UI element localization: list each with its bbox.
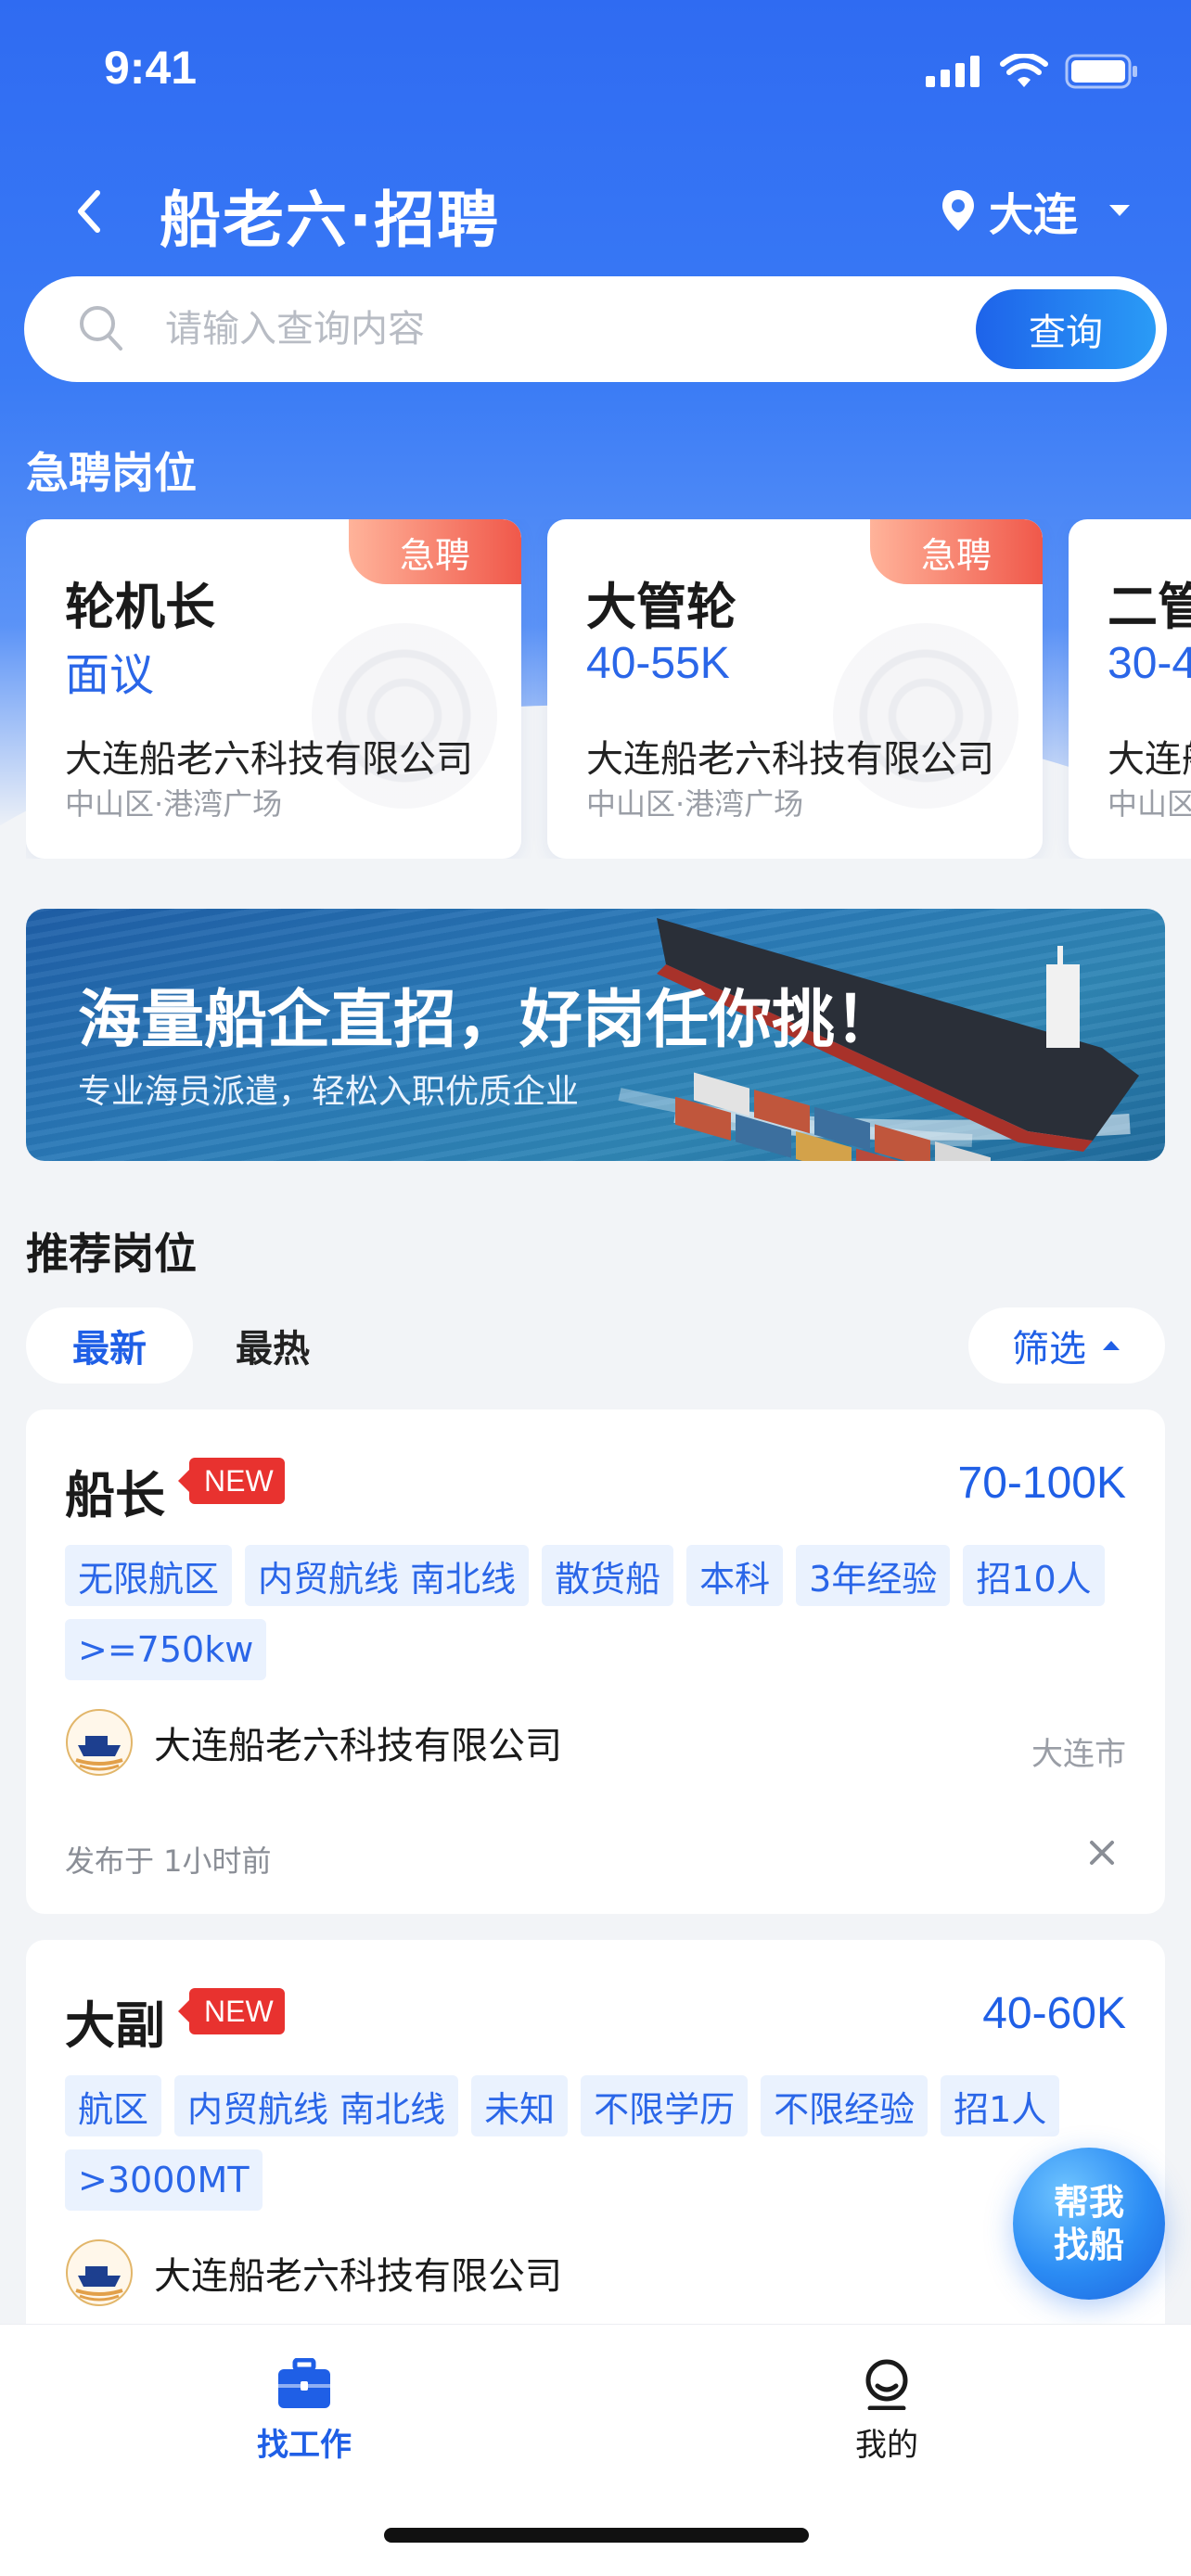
- job-title: 船长: [65, 1466, 165, 1524]
- briefcase-icon: [278, 2358, 330, 2408]
- job-salary: 40-60K: [982, 1989, 1126, 2038]
- search-bar: 查询: [24, 276, 1167, 382]
- company-name: 大连船老六科技有限公司: [154, 1725, 562, 1767]
- urgent-job-location: 中山区·港湾广场: [65, 786, 283, 822]
- help-find-ship-button[interactable]: 帮我 找船: [1013, 2148, 1165, 2300]
- banner-headline: 海量船企直招，好岗任你挑！: [78, 984, 899, 1057]
- search-input[interactable]: [165, 295, 907, 363]
- city-selector[interactable]: 大连: [941, 178, 1132, 243]
- filter-label: 筛选: [1012, 1328, 1086, 1371]
- job-tag: 不限经验: [761, 2075, 928, 2136]
- urgent-job-company: 大连船老六科技有限公司: [65, 738, 473, 781]
- urgent-job-card[interactable]: 急聘 大管轮 40-55K 大连船老六科技有限公司 中山区·港湾广场: [547, 519, 1043, 859]
- urgent-tag: 急聘: [870, 519, 1043, 584]
- company-row: 大连船老六科技有限公司: [65, 1708, 562, 1777]
- recommend-section-title: 推荐岗位: [26, 1229, 197, 1279]
- signal-icon: [926, 56, 980, 87]
- urgent-job-card[interactable]: 二管 30-4 大连船 中山区: [1069, 519, 1191, 859]
- job-tag: 散货船: [542, 1545, 674, 1606]
- job-tags: 航区 内贸航线 南北线 未知 不限学历 不限经验 招1人 >3000MT: [65, 2075, 1132, 2211]
- profile-icon: [865, 2359, 908, 2410]
- urgent-job-card[interactable]: 急聘 轮机长 面议 大连船老六科技有限公司 中山区·港湾广场: [26, 519, 521, 859]
- battery-icon: [1065, 54, 1137, 89]
- page-title: 船老六·招聘: [160, 185, 501, 256]
- urgent-job-title: 轮机长: [65, 578, 215, 636]
- job-tag: >=750kw: [65, 1619, 267, 1680]
- urgent-job-salary: 30-4: [1108, 639, 1191, 688]
- job-tag: 内贸航线 南北线: [174, 2075, 459, 2136]
- tab-mine[interactable]: 我的: [794, 2358, 980, 2465]
- urgent-job-list: 急聘 轮机长 面议 大连船老六科技有限公司 中山区·港湾广场 急聘 大管轮 40…: [26, 519, 1191, 859]
- status-icons: [926, 54, 1139, 89]
- nav-bar: 船老六·招聘 大连: [0, 167, 1191, 256]
- job-tag: 航区: [65, 2075, 162, 2136]
- job-tag: 3年经验: [796, 1545, 951, 1606]
- search-button[interactable]: 查询: [976, 289, 1156, 369]
- company-logo: [66, 2239, 133, 2306]
- job-tag: 未知: [471, 2075, 569, 2136]
- tab-hottest[interactable]: 最热: [211, 1307, 334, 1384]
- banner-subline: 专业海员派遣，轻松入职优质企业: [78, 1073, 580, 1111]
- job-city: 大连市: [1031, 1736, 1126, 1773]
- status-bar: 9:41: [0, 0, 1191, 139]
- job-tag: 招10人: [963, 1545, 1105, 1606]
- posted-time: 发布于 1小时前: [65, 1843, 272, 1879]
- job-tag: 招1人: [941, 2075, 1060, 2136]
- home-indicator: [384, 2528, 809, 2543]
- job-tags: 无限航区 内贸航线 南北线 散货船 本科 3年经验 招10人 >=750kw: [65, 1545, 1132, 1680]
- dismiss-button[interactable]: [1083, 1834, 1121, 1871]
- close-icon: [1090, 1841, 1114, 1865]
- job-tag: >3000MT: [65, 2149, 263, 2211]
- job-title: 大副: [65, 1996, 165, 2055]
- search-icon: [80, 306, 122, 351]
- job-card[interactable]: 船长 NEW 70-100K 无限航区 内贸航线 南北线 散货船 本科 3年经验…: [26, 1409, 1165, 1914]
- urgent-job-company: 大连船老六科技有限公司: [586, 738, 994, 781]
- back-button[interactable]: [61, 184, 117, 239]
- tab-find-job[interactable]: 找工作: [211, 2358, 397, 2465]
- city-label: 大连: [988, 189, 1078, 241]
- fab-line-2: 找船: [1053, 2225, 1124, 2265]
- tab-label: 找工作: [257, 2427, 352, 2464]
- urgent-job-title: 大管轮: [586, 578, 736, 636]
- sort-tabs: 最新 最热: [26, 1307, 334, 1384]
- new-badge: NEW: [178, 1458, 285, 1504]
- job-tag: 本科: [686, 1545, 784, 1606]
- new-badge: NEW: [178, 1988, 285, 2034]
- company-logo: [66, 1709, 133, 1776]
- company-row: 大连船老六科技有限公司: [65, 2238, 562, 2307]
- chevron-left-icon: [78, 190, 100, 233]
- caret-up-icon: [1103, 1341, 1120, 1350]
- wifi-icon: [1000, 54, 1048, 87]
- location-pin-icon: [941, 190, 974, 231]
- promo-banner[interactable]: 海量船企直招，好岗任你挑！ 专业海员派遣，轻松入职优质企业: [26, 909, 1165, 1161]
- urgent-job-company: 大连船: [1108, 738, 1191, 781]
- fab-line-1: 帮我: [1053, 2182, 1124, 2223]
- job-tag: 内贸航线 南北线: [245, 1545, 530, 1606]
- tab-latest[interactable]: 最新: [26, 1307, 193, 1384]
- company-name: 大连船老六科技有限公司: [154, 2255, 562, 2298]
- status-time: 9:41: [104, 42, 198, 94]
- urgent-job-location: 中山区·港湾广场: [586, 786, 804, 822]
- urgent-job-title: 二管: [1108, 578, 1191, 636]
- caret-down-icon: [1109, 205, 1130, 216]
- job-salary: 70-100K: [957, 1459, 1126, 1508]
- urgent-tag: 急聘: [349, 519, 521, 584]
- filter-button[interactable]: 筛选: [968, 1307, 1165, 1384]
- urgent-section-title: 急聘岗位: [26, 448, 197, 498]
- tab-label: 我的: [855, 2427, 918, 2464]
- urgent-job-salary: 40-55K: [586, 639, 730, 688]
- job-tag: 不限学历: [581, 2075, 749, 2136]
- urgent-job-location: 中山区: [1108, 786, 1191, 822]
- urgent-job-salary: 面议: [65, 649, 155, 701]
- job-tag: 无限航区: [65, 1545, 233, 1606]
